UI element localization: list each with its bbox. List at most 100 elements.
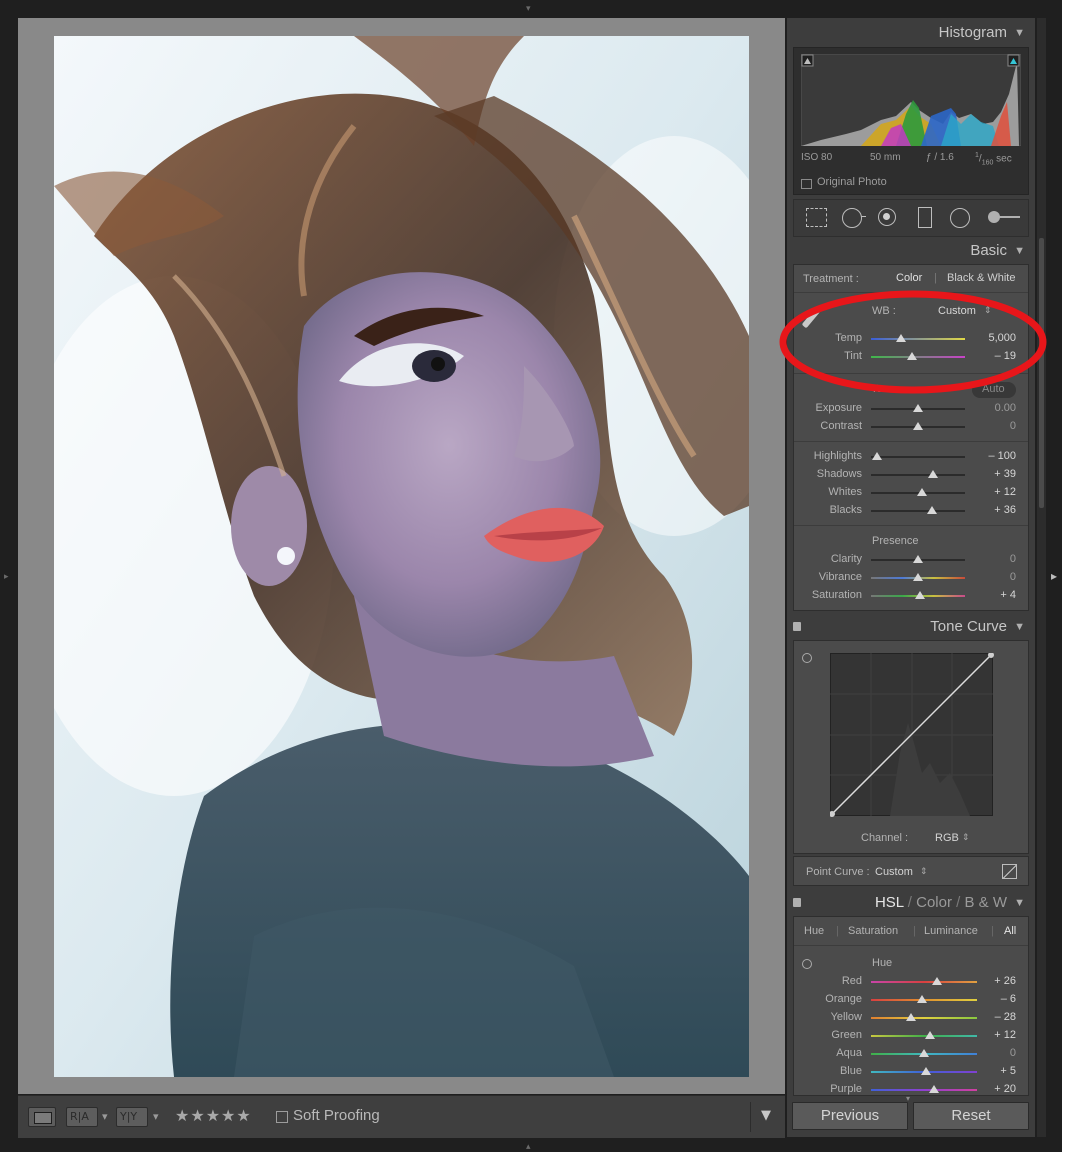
contrast-value[interactable]: 0: [976, 420, 1016, 432]
hsl-tab-luminance[interactable]: Luminance: [924, 925, 978, 937]
targeted-adjustment-icon[interactable]: [802, 653, 812, 663]
histogram-focal: 50 mm: [870, 152, 901, 163]
hue-red-value[interactable]: + 26: [976, 975, 1016, 987]
swap-dropdown-icon[interactable]: ▾: [153, 1110, 159, 1123]
temp-value[interactable]: 5,000: [976, 332, 1016, 344]
treatment-bw-option[interactable]: Black & White: [947, 272, 1015, 284]
panel-toggle-switch-icon[interactable]: [793, 622, 801, 631]
clarity-value[interactable]: 0: [976, 553, 1016, 565]
hue-green-slider-track[interactable]: [871, 1035, 977, 1037]
hue-blue-slider-knob[interactable]: [921, 1067, 931, 1075]
basic-title: Basic: [970, 242, 1007, 259]
hue-purple-slider-track[interactable]: [871, 1089, 977, 1091]
hsl-tab-saturation[interactable]: Saturation: [848, 925, 898, 937]
bottom-panel-toggle-icon[interactable]: ▴: [526, 1142, 531, 1151]
right-panel-toggle-icon[interactable]: ▸: [1051, 570, 1057, 582]
hue-red-slider-knob[interactable]: [932, 977, 942, 985]
hue-purple-slider-knob[interactable]: [929, 1085, 939, 1093]
hue-yellow-value[interactable]: – 28: [976, 1011, 1016, 1023]
channel-dropdown[interactable]: RGB: [935, 832, 959, 844]
hsl-tab-hue[interactable]: Hue: [804, 925, 824, 937]
histogram-header[interactable]: Histogram ▼: [793, 21, 1029, 45]
highlights-value[interactable]: – 100: [976, 450, 1016, 462]
edit-point-curve-icon[interactable]: [1002, 864, 1017, 879]
toolbar-content-dropdown-icon[interactable]: ▼: [761, 1108, 771, 1123]
highlights-slider-track[interactable]: [871, 456, 965, 458]
saturation-value[interactable]: + 4: [976, 589, 1016, 601]
hsl-tab-all[interactable]: All: [1004, 925, 1016, 937]
hue-aqua-value[interactable]: 0: [976, 1047, 1016, 1059]
hue-purple-value[interactable]: + 20: [976, 1083, 1016, 1095]
shadows-slider-knob[interactable]: [928, 470, 938, 478]
original-photo-checkbox[interactable]: [801, 179, 812, 189]
tone-curve-graph[interactable]: [830, 653, 994, 817]
hsl-tab[interactable]: HSL: [875, 894, 904, 911]
whites-value[interactable]: + 12: [976, 486, 1016, 498]
panel-toggle-switch-icon[interactable]: [793, 898, 801, 907]
radial-filter-icon[interactable]: [950, 208, 970, 228]
image-canvas: [18, 18, 785, 1094]
loupe-view-button[interactable]: [28, 1107, 56, 1127]
hue-orange-value[interactable]: – 6: [976, 993, 1016, 1005]
color-tab[interactable]: Color: [916, 894, 952, 911]
hue-orange-slider-knob[interactable]: [917, 995, 927, 1003]
blacks-slider-track[interactable]: [871, 510, 965, 512]
highlights-slider-knob[interactable]: [872, 452, 882, 460]
wb-dropdown-arrows-icon[interactable]: ⇕: [984, 305, 992, 316]
saturation-slider-knob[interactable]: [915, 591, 925, 599]
channel-dropdown-arrows-icon[interactable]: ⇕: [962, 832, 970, 843]
tone-curve-header[interactable]: Tone Curve ▼: [793, 615, 1029, 639]
vibrance-value[interactable]: 0: [976, 571, 1016, 583]
temp-slider-track[interactable]: [871, 338, 965, 340]
graduated-filter-icon[interactable]: [918, 207, 932, 228]
hue-green-slider-knob[interactable]: [925, 1031, 935, 1039]
blacks-slider-knob[interactable]: [927, 506, 937, 514]
reset-button[interactable]: Reset: [913, 1102, 1029, 1130]
right-panel-scrollbar[interactable]: [1037, 18, 1046, 1137]
clarity-slider-knob[interactable]: [913, 555, 923, 563]
basic-header[interactable]: Basic ▼: [793, 239, 1029, 263]
temp-slider-knob[interactable]: [896, 334, 906, 342]
shutter-numerator: 1: [975, 152, 979, 159]
point-curve-dropdown-arrows-icon[interactable]: ⇕: [920, 866, 928, 877]
hue-green-value[interactable]: + 12: [976, 1029, 1016, 1041]
shadows-value[interactable]: + 39: [976, 468, 1016, 480]
exposure-value[interactable]: 0.00: [976, 402, 1016, 414]
treatment-color-option[interactable]: Color: [896, 272, 922, 284]
hue-targeted-adjustment-icon[interactable]: [802, 959, 812, 969]
red-eye-icon[interactable]: [878, 208, 896, 226]
tint-slider-track[interactable]: [871, 356, 965, 358]
rating-stars[interactable]: ★★★★★: [175, 1106, 252, 1126]
spot-removal-icon[interactable]: [842, 208, 862, 228]
crop-tool-icon[interactable]: [806, 208, 827, 227]
whites-slider-knob[interactable]: [917, 488, 927, 496]
hue-red-slider-track[interactable]: [871, 981, 977, 983]
soft-proofing-checkbox[interactable]: [276, 1111, 288, 1123]
hue-yellow-slider-knob[interactable]: [906, 1013, 916, 1021]
bw-tab[interactable]: B & W: [964, 894, 1007, 911]
left-panel-toggle-icon[interactable]: ▸: [4, 572, 9, 581]
point-curve-dropdown[interactable]: Custom: [875, 866, 913, 878]
shutter-denominator: 160: [981, 159, 994, 167]
before-after-tb-button[interactable]: Y|Y: [116, 1107, 148, 1127]
tint-label: Tint: [844, 350, 862, 362]
contrast-slider-knob[interactable]: [913, 422, 923, 430]
hue-yellow-slider-track[interactable]: [871, 1017, 977, 1019]
scrollbar-thumb[interactable]: [1039, 238, 1044, 508]
before-after-lr-button[interactable]: R|A: [66, 1107, 98, 1127]
tint-value[interactable]: – 19: [976, 350, 1016, 362]
hue-aqua-slider-knob[interactable]: [919, 1049, 929, 1057]
hue-blue-value[interactable]: + 5: [976, 1065, 1016, 1077]
vibrance-slider-knob[interactable]: [913, 573, 923, 581]
shadows-slider-track[interactable]: [871, 474, 965, 476]
hue-blue-label: Blue: [839, 1065, 862, 1077]
wb-eyedropper-icon[interactable]: [801, 307, 821, 329]
top-panel-toggle-icon[interactable]: ▾: [526, 4, 531, 13]
exposure-slider-knob[interactable]: [913, 404, 923, 412]
tint-slider-knob[interactable]: [907, 352, 917, 360]
previous-button[interactable]: Previous: [792, 1102, 908, 1130]
wb-dropdown[interactable]: Custom: [938, 305, 976, 317]
blacks-value[interactable]: + 36: [976, 504, 1016, 516]
hsl-header[interactable]: HSL / Color / B & W ▼: [793, 891, 1029, 915]
before-after-dropdown-icon[interactable]: ▾: [102, 1110, 108, 1123]
